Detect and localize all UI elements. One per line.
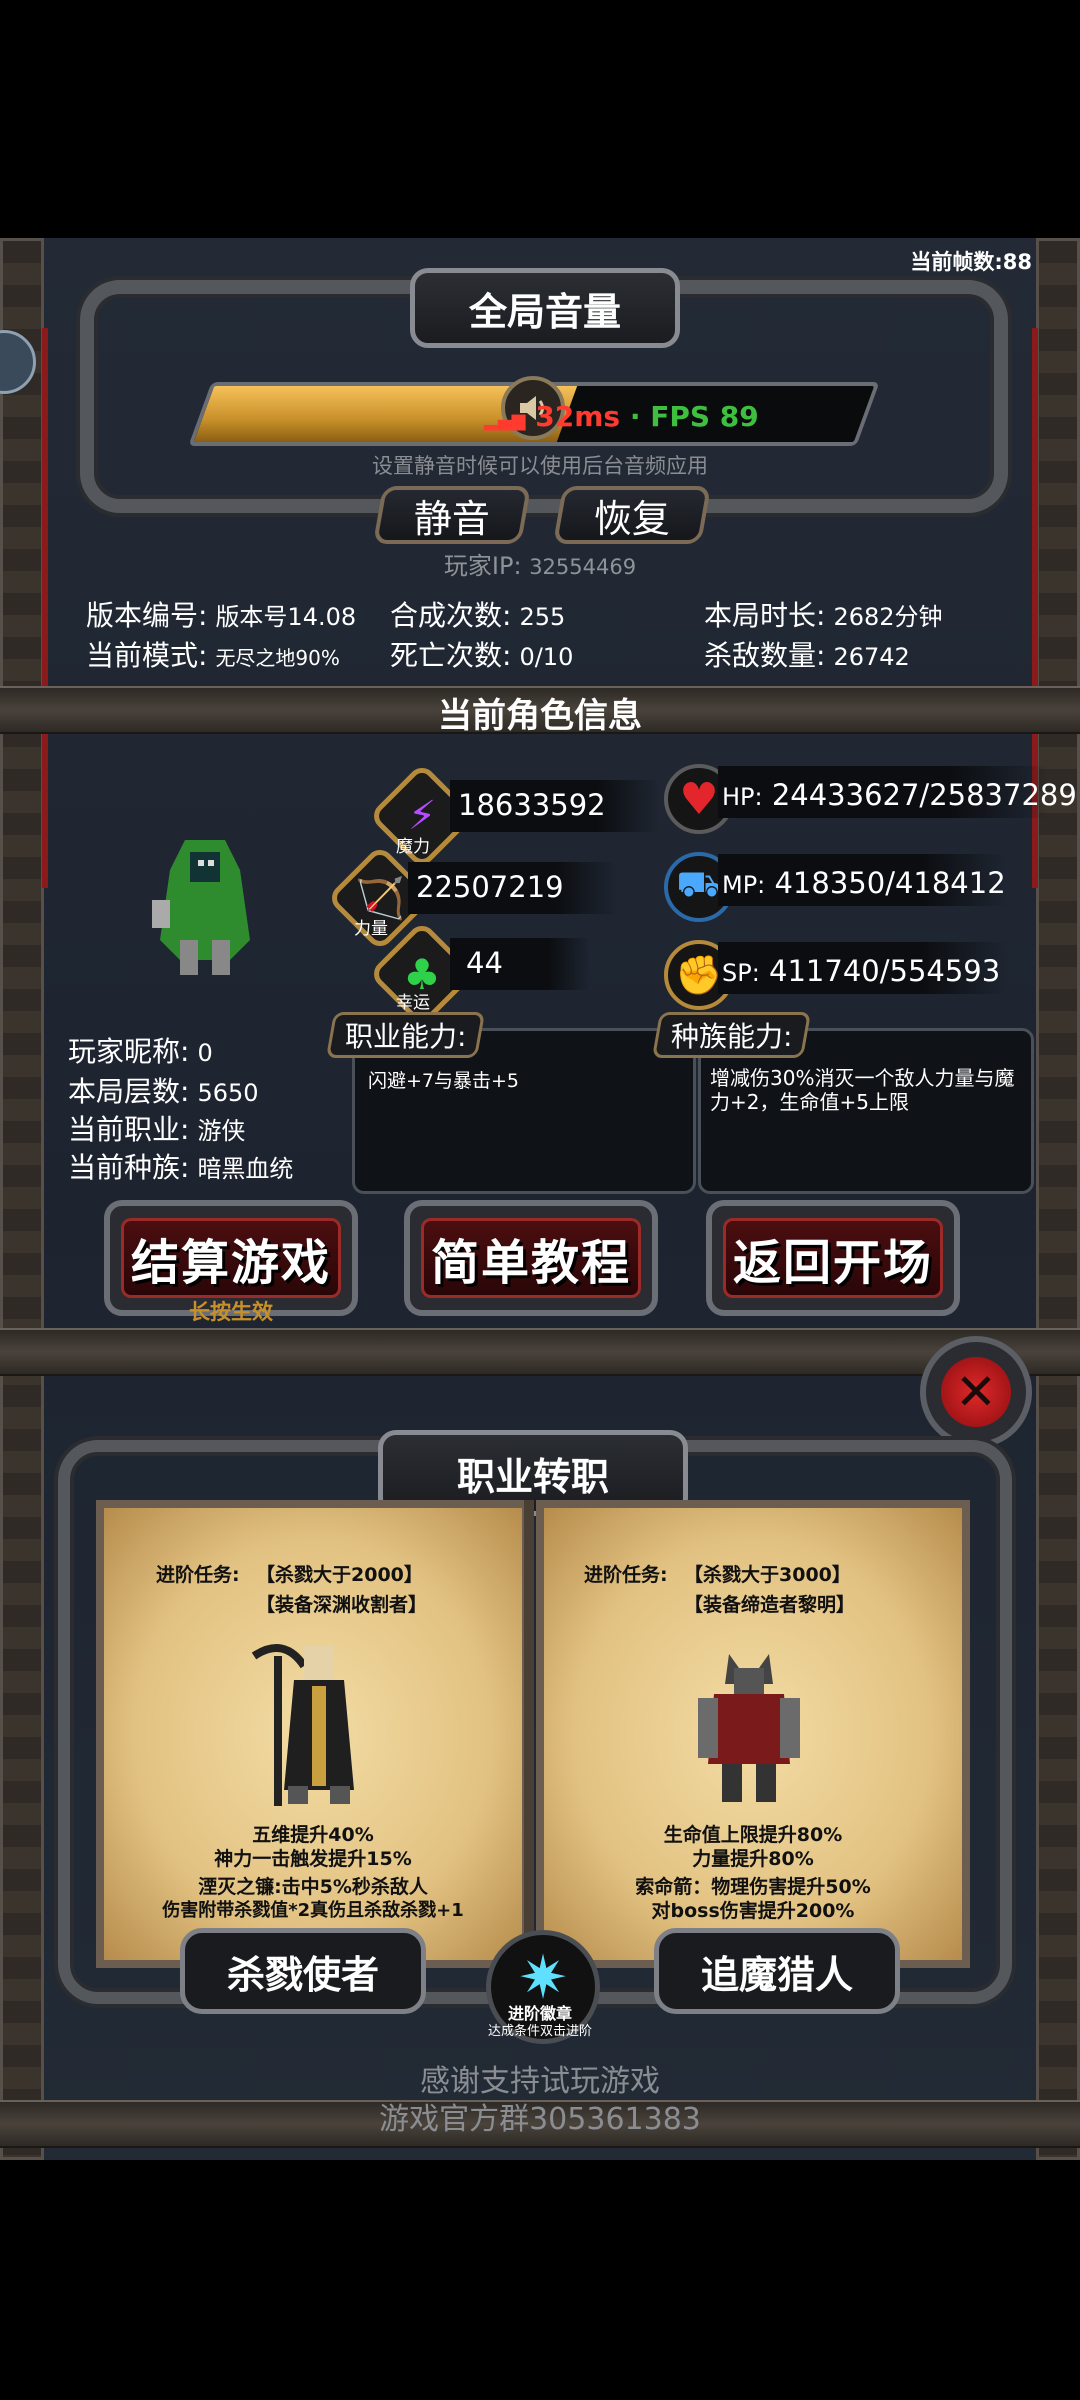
latency-value: 32ms xyxy=(535,400,621,433)
class-ability-label: 职业能力: xyxy=(325,1012,486,1058)
stat-deaths: 死亡次数: 0/10 xyxy=(390,639,574,672)
restore-label: 恢复 xyxy=(593,496,670,541)
back-to-start-button[interactable]: 返回开场 xyxy=(706,1200,960,1316)
class-desc: 索命箭：物理伤害提升50% xyxy=(635,1876,871,1898)
mute-button[interactable]: 静音 xyxy=(372,486,532,544)
magic-label: 魔力 xyxy=(396,837,430,857)
settle-label: 结算游戏 xyxy=(130,1235,331,1291)
close-button[interactable]: ✕ xyxy=(920,1336,1032,1448)
race-ability-text: 增减伤30%消灭一个敌人力量与魔力+2，生命值+5上限 xyxy=(710,1066,1015,1114)
class-name: 杀戮使者 xyxy=(226,1952,379,1997)
left-red-trim xyxy=(42,328,48,888)
class-desc: 神力一击触发提升15% xyxy=(214,1848,412,1870)
magic-value: 18633592 xyxy=(458,788,606,822)
slaughter-envoy-button[interactable]: 杀戮使者 xyxy=(180,1928,426,2014)
left-border xyxy=(0,238,44,2160)
class-desc: 对boss伤害提升200% xyxy=(651,1900,855,1922)
task-condition: 【杀戮大于2000】 xyxy=(256,1564,423,1586)
divider-bar xyxy=(0,1328,1080,1376)
fps-counter: 当前帧数:88 xyxy=(910,250,1032,274)
task-condition: 【装备缔造者黎明】 xyxy=(684,1594,856,1616)
strength-label: 力量 xyxy=(354,919,388,939)
tutorial-button[interactable]: 简单教程 xyxy=(404,1200,658,1316)
volume-hint: 设置静音时候可以使用后台音频应用 xyxy=(372,454,708,478)
player-race: 当前种族: 暗黑血统 xyxy=(68,1151,294,1184)
player-class: 当前职业: 游侠 xyxy=(68,1113,246,1146)
class-desc: 五维提升40% xyxy=(252,1824,374,1846)
stat-version: 版本编号: 版本号14.08 xyxy=(86,599,357,632)
mute-label: 静音 xyxy=(413,496,490,541)
latency-readout: ▂▄▆ 32ms · FPS 89 xyxy=(484,400,759,433)
class-card-right[interactable]: 进阶任务: 【杀戮大于3000】 【装备缔造者黎明】 生命值上限提升80% 力量… xyxy=(536,1500,970,1968)
class-ability-text: 闪避+7与暴击+5 xyxy=(368,1070,520,1092)
restore-button[interactable]: 恢复 xyxy=(552,486,712,544)
character-section-title: 当前角色信息 xyxy=(438,696,642,736)
settle-hint: 长按生效 xyxy=(189,1300,273,1324)
race-ability-label: 种族能力: xyxy=(651,1012,812,1058)
hunter-sprite xyxy=(684,1646,814,1806)
task-label: 进阶任务: xyxy=(156,1564,240,1586)
luck-value: 44 xyxy=(466,946,503,980)
mp-stat: MP: 418350/418412 xyxy=(722,866,1006,900)
volume-title: 全局音量 xyxy=(410,268,680,348)
task-label: 进阶任务: xyxy=(584,1564,668,1586)
official-group-text: 游戏官方群305361383 xyxy=(379,2102,701,2137)
class-desc: 伤害附带杀戮值*2真伤且杀敌杀戮+1 xyxy=(162,1900,464,1921)
luck-label: 幸运 xyxy=(396,993,430,1013)
player-ip: 玩家IP: 32554469 xyxy=(0,546,1080,581)
stat-craft: 合成次数: 255 xyxy=(390,599,566,632)
close-icon: ✕ xyxy=(941,1357,1011,1427)
sp-stat: SP: 411740/554593 xyxy=(722,954,1001,988)
card-divider xyxy=(524,1500,534,1952)
player-nickname: 玩家昵称: 0 xyxy=(68,1035,213,1068)
task-condition: 【装备深渊收割者】 xyxy=(256,1594,428,1616)
badge-hint: 达成条件双击进阶 xyxy=(487,2024,592,2039)
class-name: 追魔猎人 xyxy=(700,1952,853,1997)
tutorial-label: 简单教程 xyxy=(430,1235,631,1291)
demon-hunter-button[interactable]: 追魔猎人 xyxy=(654,1928,900,2014)
right-border xyxy=(1036,238,1080,2160)
fps-value: · FPS 89 xyxy=(629,400,759,433)
character-avatar xyxy=(140,830,270,980)
class-desc: 生命值上限提升80% xyxy=(663,1824,843,1846)
stat-kills: 杀敌数量: 26742 xyxy=(704,639,910,672)
player-ip-label: 玩家IP: xyxy=(443,552,522,580)
class-desc: 力量提升80% xyxy=(692,1848,814,1870)
player-ip-value: 32554469 xyxy=(529,555,637,579)
stat-mode: 当前模式: 无尽之地90% xyxy=(86,639,340,672)
back-label: 返回开场 xyxy=(732,1235,933,1291)
task-condition: 【杀戮大于3000】 xyxy=(684,1564,851,1586)
stat-duration: 本局时长: 2682分钟 xyxy=(704,599,943,632)
player-floor: 本局层数: 5650 xyxy=(68,1075,259,1108)
reaper-sprite xyxy=(244,1636,374,1806)
strength-value: 22507219 xyxy=(416,870,564,904)
class-desc: 湮灭之镰:击中5%秒杀敌人 xyxy=(198,1876,428,1898)
hp-stat: HP: 24433627/25837289 xyxy=(722,778,1077,812)
class-card-left[interactable]: 进阶任务: 【杀戮大于2000】 【装备深渊收割者】 五维提升40% 神力一击触… xyxy=(96,1500,530,1968)
signal-icon: ▂▄▆ xyxy=(484,410,526,431)
